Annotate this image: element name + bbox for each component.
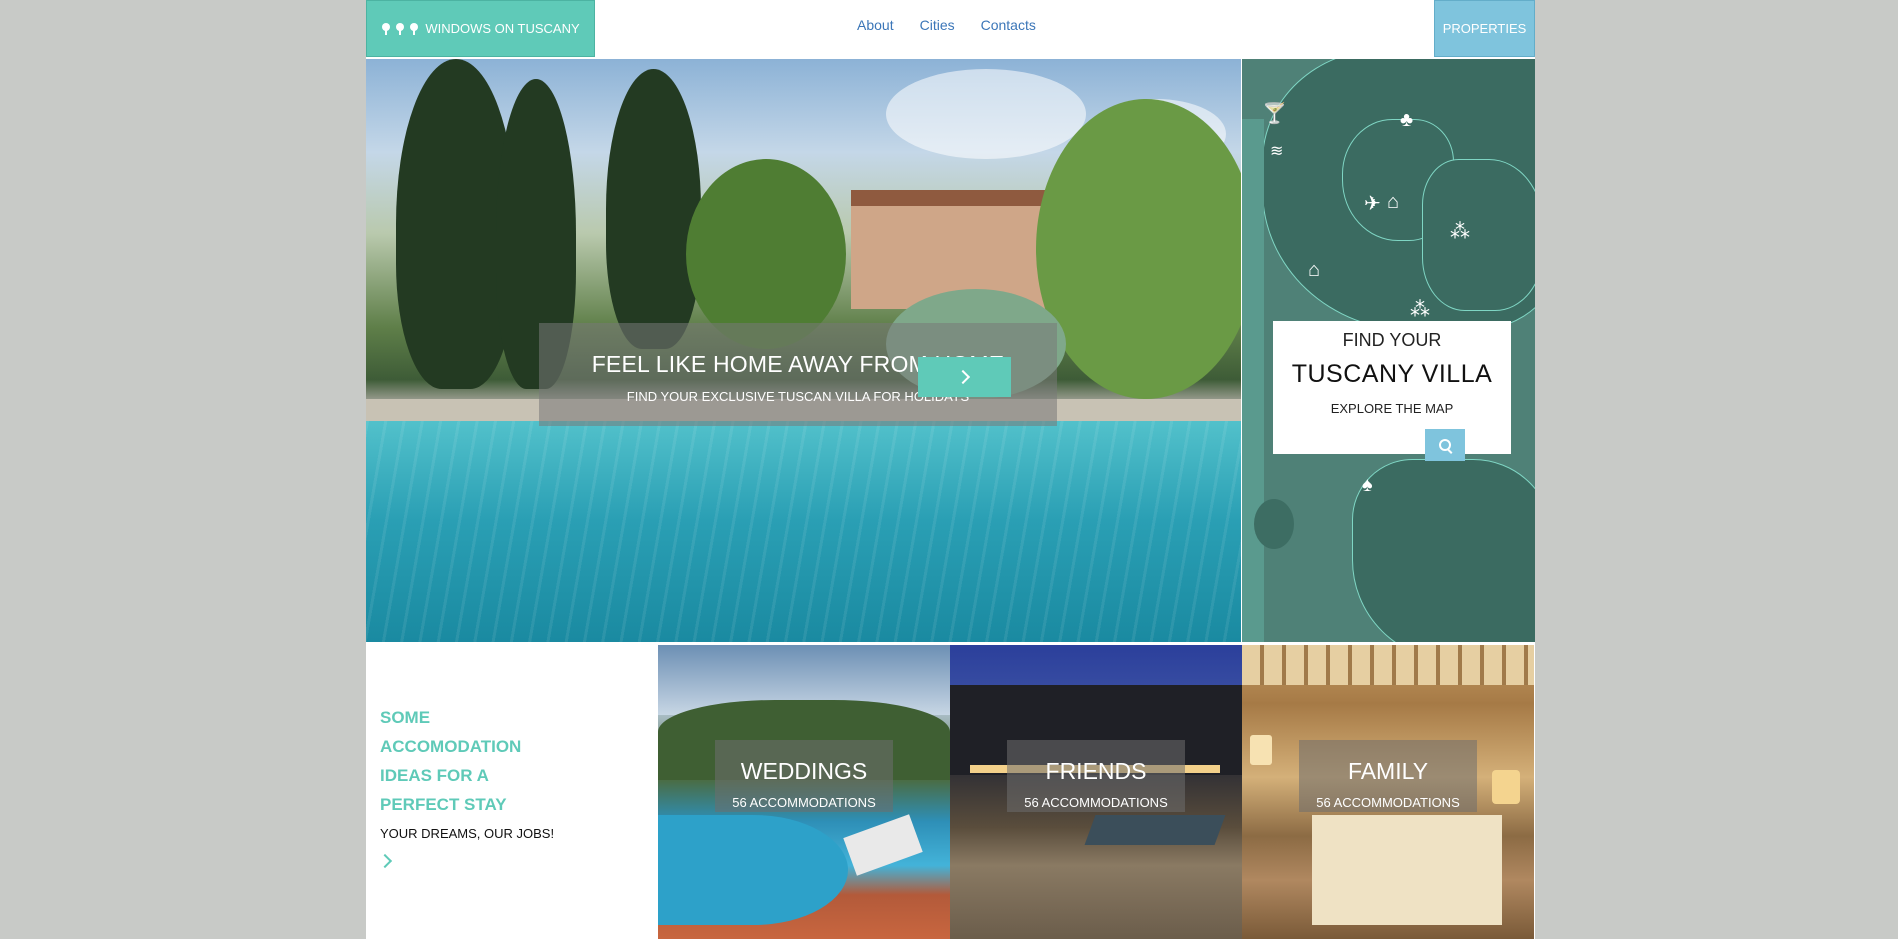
plane-icon: ✈ (1364, 193, 1381, 215)
museum-icon: ⌂ (1387, 191, 1400, 213)
cocktail-icon: 🍸 (1262, 103, 1287, 125)
pool-decoration (1084, 815, 1226, 845)
search-icon (1439, 439, 1451, 451)
ideas-panel: SOME ACCOMODATION IDEAS FOR A PERFECT ST… (366, 645, 657, 939)
category-caption: WEDDINGS 56 ACCOMMODATIONS (715, 740, 893, 812)
map-island (1254, 499, 1294, 549)
lounger-decoration (843, 814, 923, 876)
logo-button[interactable]: WINDOWS ON TUSCANY (366, 0, 595, 57)
category-weddings[interactable]: WEDDINGS 56 ACCOMMODATIONS (658, 645, 950, 939)
chevron-right-icon[interactable] (377, 853, 393, 869)
category-family[interactable]: FAMILY 56 ACCOMMODATIONS (1242, 645, 1534, 939)
lamp-decoration (1492, 770, 1520, 804)
page: WINDOWS ON TUSCANY About Cities Contacts… (366, 0, 1535, 939)
map-sea (1242, 119, 1264, 642)
tree-decoration (686, 159, 846, 349)
cloud-decoration (886, 69, 1086, 159)
category-title: FAMILY (1347, 758, 1429, 784)
map-card-line1: FIND YOUR (1342, 330, 1442, 350)
map-region (1422, 159, 1535, 311)
ideas-subtitle: YOUR DREAMS, OUR JOBS! (380, 826, 555, 841)
grapes-icon: ⁂ (1410, 299, 1430, 321)
tree-icon (409, 22, 419, 35)
waves-icon: ≋ (1270, 143, 1284, 160)
category-caption: FAMILY 56 ACCOMMODATIONS (1299, 740, 1477, 812)
map-region (1352, 459, 1535, 642)
nav-cities[interactable]: Cities (920, 17, 955, 33)
hero-next-button[interactable] (918, 357, 1011, 397)
pool-water (366, 421, 1241, 642)
main-nav: About Cities Contacts (857, 17, 1036, 33)
nav-about[interactable]: About (857, 17, 894, 33)
grapes-icon: ⁂ (1450, 221, 1470, 243)
category-count: 56 ACCOMMODATIONS (1024, 795, 1168, 810)
tuscany-map[interactable]: 🍸 ≋ ♣ ✈ ⌂ ⌂ ⁂ ⁂ ♠ FIND YOUR TUSCANY VILL… (1242, 59, 1535, 642)
tree-icon (381, 22, 391, 35)
dining-icon: ♠ (1362, 474, 1373, 496)
category-count: 56 ACCOMMODATIONS (732, 795, 876, 810)
logo-text: WINDOWS ON TUSCANY (425, 21, 580, 36)
pool-decoration (658, 815, 848, 925)
chevron-right-icon (955, 369, 971, 385)
ceiling-decoration (1242, 645, 1534, 685)
header: WINDOWS ON TUSCANY About Cities Contacts… (366, 0, 1535, 59)
nav-contacts[interactable]: Contacts (981, 17, 1036, 33)
museum-icon: ⌂ (1308, 259, 1321, 281)
hiking-icon: ♣ (1400, 109, 1414, 131)
tree-decoration (606, 69, 701, 349)
map-card: FIND YOUR TUSCANY VILLA EXPLORE THE MAP (1273, 321, 1511, 454)
map-card-subtitle: EXPLORE THE MAP (1330, 401, 1454, 416)
category-title: WEDDINGS (740, 758, 868, 784)
category-count: 56 ACCOMMODATIONS (1316, 795, 1460, 810)
ideas-title: SOME ACCOMODATION IDEAS FOR A PERFECT ST… (380, 708, 522, 814)
map-card-title: TUSCANY VILLA (1291, 360, 1493, 388)
properties-button[interactable]: PROPERTIES (1434, 0, 1535, 57)
tree-icon (395, 22, 405, 35)
lamp-decoration (1250, 735, 1272, 765)
hero-banner: FEEL LIKE HOME AWAY FROM HOME FIND YOUR … (366, 59, 1241, 642)
category-caption: FRIENDS 56 ACCOMMODATIONS (1007, 740, 1185, 812)
category-title: FRIENDS (1045, 758, 1147, 784)
map-search-button[interactable] (1425, 429, 1465, 461)
bed-decoration (1312, 815, 1502, 925)
garden-decoration (1036, 99, 1241, 399)
tree-icons (381, 22, 419, 35)
category-friends[interactable]: FRIENDS 56 ACCOMMODATIONS (950, 645, 1242, 939)
